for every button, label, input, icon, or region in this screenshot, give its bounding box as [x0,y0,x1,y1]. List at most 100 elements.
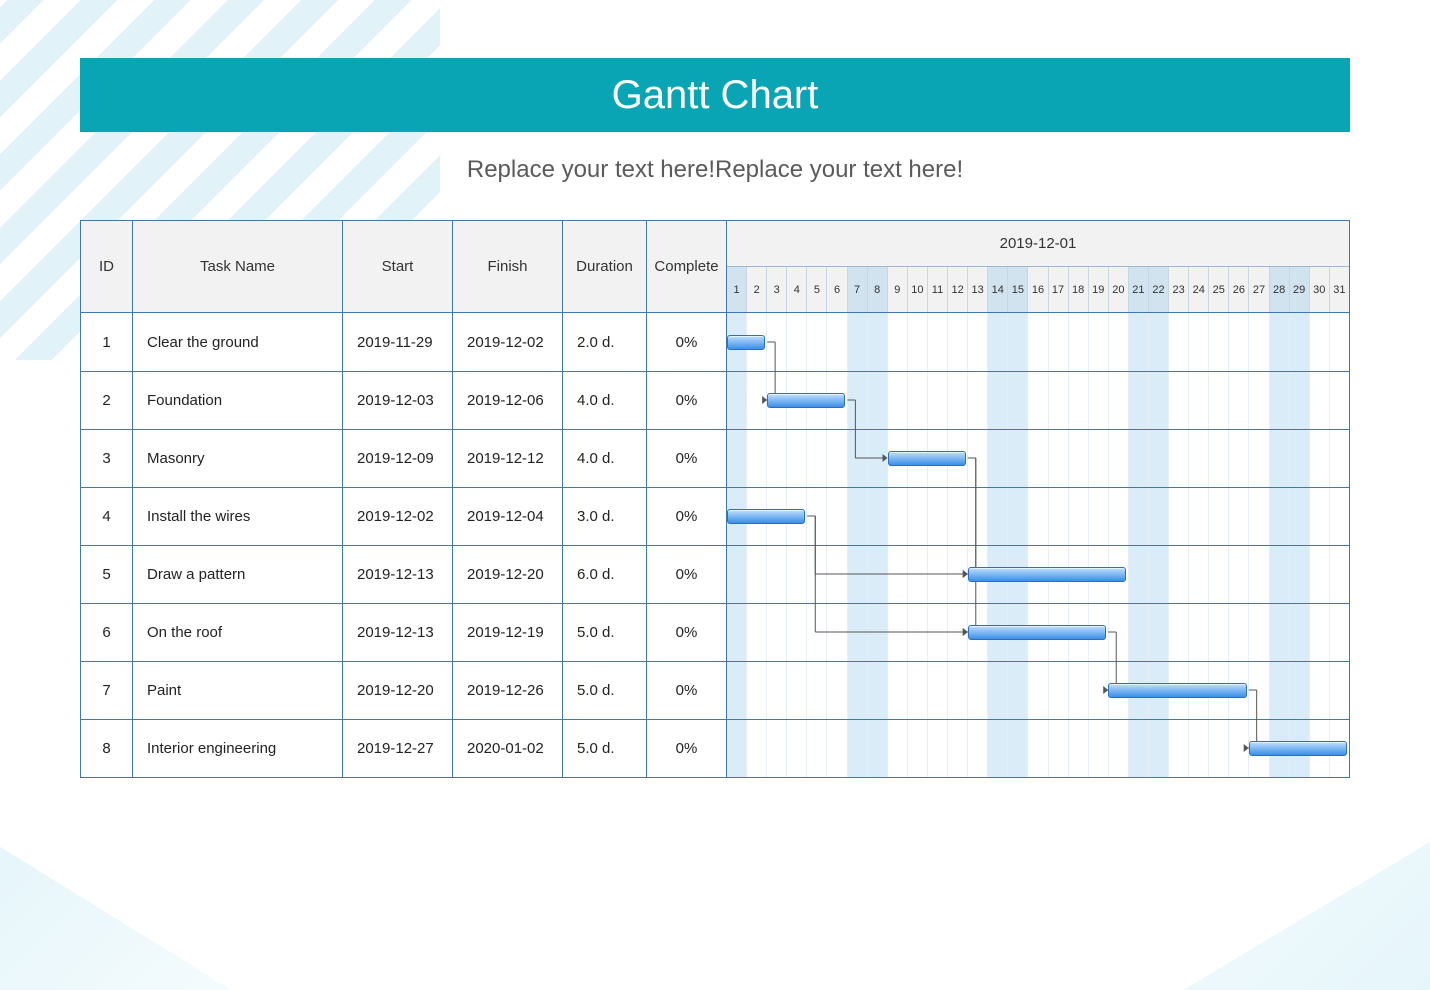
gantt-bar[interactable] [1108,683,1246,698]
table-row: 2Foundation2019-12-032019-12-064.0 d.0% [81,371,1349,429]
col-header-task: Task Name [133,221,343,313]
timeline-day: 20 [1108,267,1128,312]
cell: 0% [647,720,727,777]
cell: 2019-12-06 [453,372,563,429]
cell: 5.0 d. [563,720,647,777]
cell: On the roof [133,604,343,661]
title-bar: Gantt Chart [80,58,1350,132]
cell: Interior engineering [133,720,343,777]
cell: 4.0 d. [563,372,647,429]
cell: 2019-12-20 [453,546,563,603]
timeline-day: 18 [1068,267,1088,312]
timeline-day: 25 [1208,267,1228,312]
timeline-day: 31 [1329,267,1349,312]
cell: 2019-12-27 [343,720,453,777]
cell: 4.0 d. [563,430,647,487]
cell: 2019-12-20 [343,662,453,719]
cell: 2019-12-04 [453,488,563,545]
col-header-complete: Complete [647,221,727,313]
table-row: 4Install the wires2019-12-022019-12-043.… [81,487,1349,545]
timeline-day: 13 [967,267,987,312]
table-row: 5Draw a pattern2019-12-132019-12-206.0 d… [81,545,1349,603]
cell: Paint [133,662,343,719]
decorative-shape-bottom-right [870,790,1430,990]
timeline-day: 11 [927,267,947,312]
table-row: 6On the roof2019-12-132019-12-195.0 d.0% [81,603,1349,661]
cell: 2019-12-03 [343,372,453,429]
timeline-day-scale: 1234567891011121314151617181920212223242… [727,267,1349,313]
timeline-day: 9 [887,267,907,312]
cell: 2019-12-09 [343,430,453,487]
cell: Masonry [133,430,343,487]
gantt-bar[interactable] [767,393,845,408]
cell: 3.0 d. [563,488,647,545]
gantt-bar[interactable] [968,567,1127,582]
timeline-day: 6 [826,267,846,312]
cell: 2020-01-02 [453,720,563,777]
table-row: 8Interior engineering2019-12-272020-01-0… [81,719,1349,777]
timeline-day: 16 [1027,267,1047,312]
timeline-day: 24 [1188,267,1208,312]
cell: 5.0 d. [563,662,647,719]
cell: 3 [81,430,133,487]
timeline-day: 26 [1228,267,1248,312]
table-row: 3Masonry2019-12-092019-12-124.0 d.0% [81,429,1349,487]
gantt-bar[interactable] [727,509,805,524]
timeline-day: 14 [987,267,1007,312]
cell: 5.0 d. [563,604,647,661]
timeline-day: 1 [727,267,746,312]
col-header-id: ID [81,221,133,313]
page-title: Gantt Chart [612,73,819,118]
subtitle: Replace your text here!Replace your text… [0,156,1430,184]
cell: 2019-12-19 [453,604,563,661]
timeline-day: 22 [1148,267,1168,312]
timeline-day: 2 [746,267,766,312]
cell: Draw a pattern [133,546,343,603]
gantt-bar[interactable] [727,335,765,350]
cell: Foundation [133,372,343,429]
timeline-day: 8 [867,267,887,312]
timeline-day: 29 [1289,267,1309,312]
gantt-bar[interactable] [968,625,1106,640]
cell: Install the wires [133,488,343,545]
table-row: 1Clear the ground2019-11-292019-12-022.0… [81,313,1349,371]
cell: 2019-12-02 [453,313,563,371]
col-header-finish: Finish [453,221,563,313]
cell: 0% [647,546,727,603]
timeline-day: 30 [1309,267,1329,312]
timeline-day: 15 [1007,267,1027,312]
decorative-shape-bottom-left [0,770,440,990]
cell: 6 [81,604,133,661]
timeline-day: 27 [1248,267,1268,312]
cell: 2019-12-02 [343,488,453,545]
cell: 2019-12-13 [343,546,453,603]
cell: 8 [81,720,133,777]
cell: 0% [647,604,727,661]
timeline-day: 19 [1088,267,1108,312]
cell: 5 [81,546,133,603]
cell: 2019-12-12 [453,430,563,487]
gantt-body: 1Clear the ground2019-11-292019-12-022.0… [81,313,1349,777]
timeline-day: 23 [1168,267,1188,312]
cell: 6.0 d. [563,546,647,603]
cell: 0% [647,313,727,371]
timeline-day: 28 [1269,267,1289,312]
gantt-header: ID Task Name Start Finish Duration Compl… [81,221,1349,313]
cell: 4 [81,488,133,545]
cell: Clear the ground [133,313,343,371]
cell: 0% [647,430,727,487]
cell: 2019-12-26 [453,662,563,719]
cell: 7 [81,662,133,719]
cell: 1 [81,313,133,371]
timeline-day: 3 [766,267,786,312]
timeline-day: 4 [786,267,806,312]
gantt-chart: ID Task Name Start Finish Duration Compl… [80,220,1350,778]
gantt-bar[interactable] [888,451,966,466]
cell: 2 [81,372,133,429]
cell: 2019-11-29 [343,313,453,371]
cell: 0% [647,662,727,719]
timeline-day: 12 [947,267,967,312]
col-header-duration: Duration [563,221,647,313]
cell: 2019-12-13 [343,604,453,661]
gantt-bar[interactable] [1249,741,1347,756]
